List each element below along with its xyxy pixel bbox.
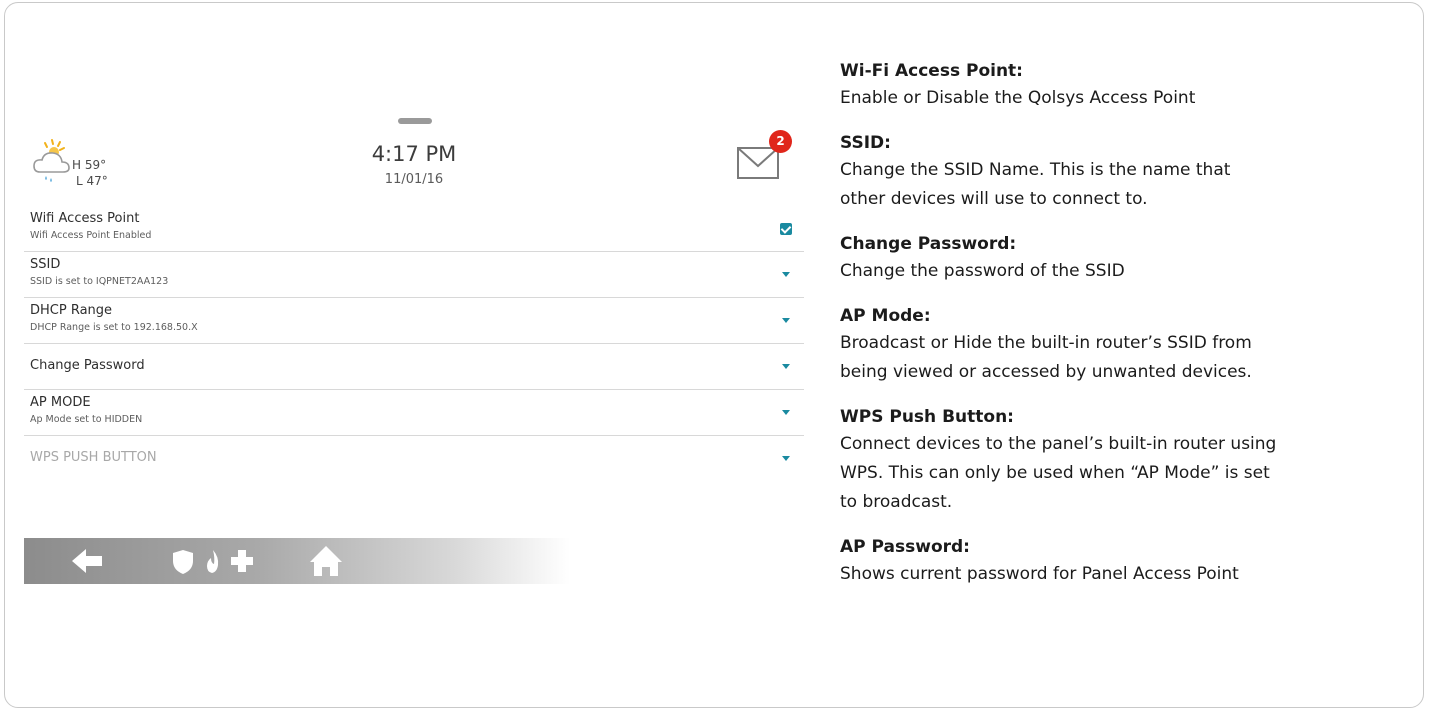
chevron-down-icon[interactable] [782,318,790,323]
temperature-high: H 59° [72,158,107,172]
bottom-nav-bar [24,538,804,584]
setting-title: Change Password [30,358,145,373]
help-description: Shows current password for Panel Access … [840,564,1239,584]
help-item-change-password: Change Password: Change the password of … [840,231,1400,286]
setting-title: DHCP Range [30,303,113,318]
fire-icon [207,550,219,573]
weather-widget[interactable]: H 59° L 47° [32,138,142,188]
setting-wifi-access-point[interactable]: Wifi Access Point Wifi Access Point Enab… [24,206,804,252]
temperature-low: L 47° [76,174,108,188]
chevron-down-icon[interactable] [782,364,790,369]
help-description: Change the password of the SSID [840,261,1125,281]
help-description: being viewed or accessed by unwanted dev… [840,362,1252,382]
help-item-wifi-access-point: Wi-Fi Access Point: Enable or Disable th… [840,58,1400,113]
setting-title: AP MODE [30,395,91,410]
help-description: WPS. This can only be used when “AP Mode… [840,463,1270,483]
plus-icon [231,550,253,572]
setting-subtitle: SSID is set to IQPNET2AA123 [30,276,169,287]
help-description: to broadcast. [840,492,953,512]
security-button[interactable] [170,538,200,584]
help-text-panel: Wi-Fi Access Point: Enable or Disable th… [840,58,1400,606]
help-title: Change Password: [840,234,1017,254]
help-description: Connect devices to the panel’s built-in … [840,434,1277,454]
message-count-badge: 2 [769,130,792,153]
setting-dhcp-range[interactable]: DHCP Range DHCP Range is set to 192.168.… [24,298,804,344]
back-button[interactable] [68,538,118,584]
setting-subtitle: Wifi Access Point Enabled [30,230,152,241]
panel-screen: H 59° L 47° 4:17 PM 11/01/16 2 Wifi Acce… [24,100,804,602]
help-description: Change the SSID Name. This is the name t… [840,160,1231,180]
clock-time: 4:17 PM [371,142,457,166]
help-title: SSID: [840,133,891,153]
cloud-sun-rain-icon [33,139,70,182]
setting-title: Wifi Access Point [30,211,140,226]
help-title: AP Mode: [840,306,931,326]
setting-subtitle: Ap Mode set to HIDDEN [30,414,143,425]
setting-title: SSID [30,257,61,272]
shield-icon [173,550,193,574]
setting-subtitle: DHCP Range is set to 192.168.50.X [30,322,198,333]
back-arrow-icon [72,549,102,573]
medical-button[interactable] [228,538,256,584]
setting-ap-mode[interactable]: AP MODE Ap Mode set to HIDDEN [24,390,804,436]
chevron-down-icon[interactable] [782,410,790,415]
help-item-ssid: SSID: Change the SSID Name. This is the … [840,130,1400,214]
setting-change-password[interactable]: Change Password [24,344,804,390]
wifi-access-point-checkbox[interactable] [780,223,792,235]
chevron-down-icon[interactable] [782,456,790,461]
setting-title: WPS PUSH BUTTON [30,450,157,465]
home-button[interactable] [306,538,346,584]
home-icon [310,546,342,576]
drawer-handle[interactable] [398,118,432,124]
chevron-down-icon[interactable] [782,272,790,277]
help-title: WPS Push Button: [840,407,1014,427]
help-item-wps-push-button: WPS Push Button: Connect devices to the … [840,404,1400,517]
messages-button[interactable]: 2 [736,130,796,184]
clock-date: 11/01/16 [384,172,444,187]
help-description: Broadcast or Hide the built-in router’s … [840,333,1252,353]
setting-wps-push-button[interactable]: WPS PUSH BUTTON [24,436,804,482]
help-description: other devices will use to connect to. [840,189,1148,209]
settings-list: Wifi Access Point Wifi Access Point Enab… [24,206,804,482]
help-title: AP Password: [840,537,970,557]
setting-ssid[interactable]: SSID SSID is set to IQPNET2AA123 [24,252,804,298]
help-item-ap-password: AP Password: Shows current password for … [840,534,1400,589]
help-description: Enable or Disable the Qolsys Access Poin… [840,88,1196,108]
help-item-ap-mode: AP Mode: Broadcast or Hide the built-in … [840,303,1400,387]
help-title: Wi-Fi Access Point: [840,61,1023,81]
fire-button[interactable] [202,538,226,584]
